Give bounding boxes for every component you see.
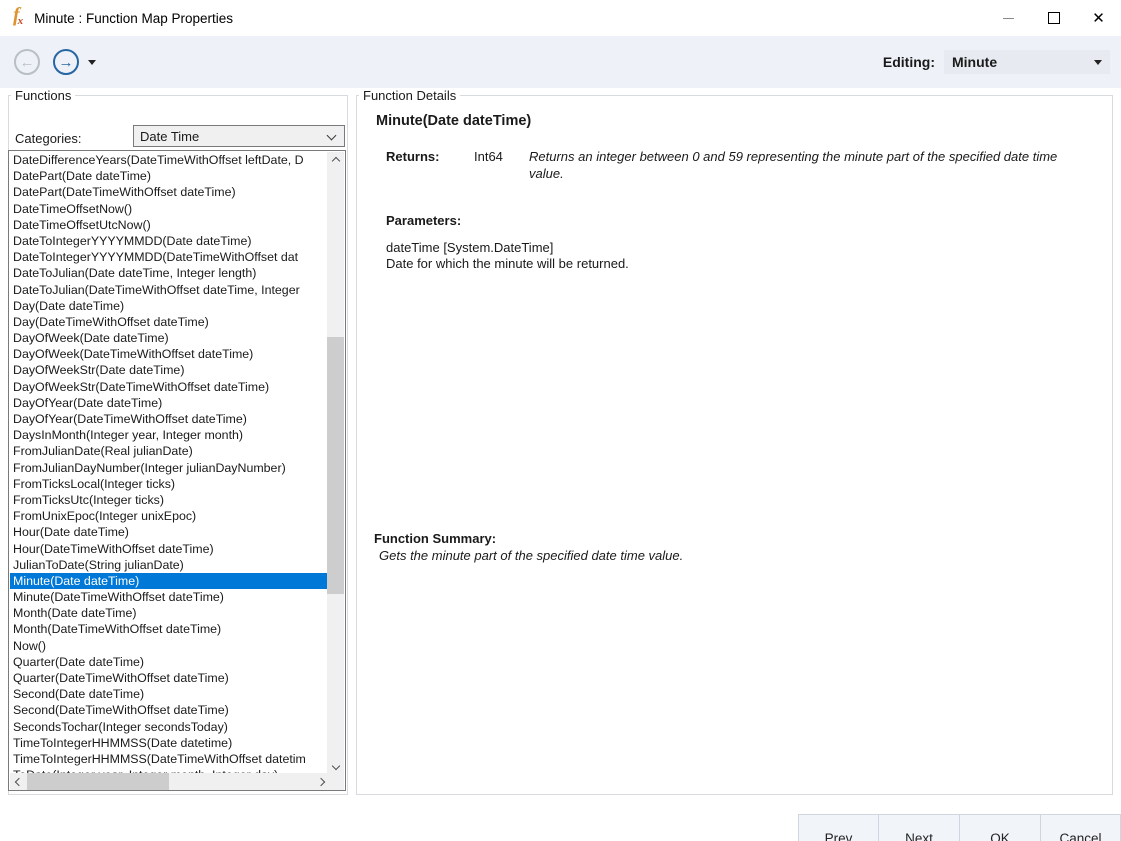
function-details-group-label: Function Details	[363, 88, 457, 103]
list-item[interactable]: FromJulianDate(Real julianDate)	[10, 443, 329, 459]
vertical-scrollbar-thumb[interactable]	[327, 337, 344, 594]
scroll-down-icon	[331, 761, 340, 770]
parameter-name: dateTime [System.DateTime]	[386, 240, 554, 255]
scroll-up-button[interactable]	[327, 152, 344, 169]
list-item[interactable]: Minute(DateTimeWithOffset dateTime)	[10, 589, 329, 605]
function-summary-label: Function Summary:	[374, 531, 497, 546]
list-item[interactable]: FromUnixEpoc(Integer unixEpoc)	[10, 508, 329, 524]
forward-button[interactable]: →	[53, 49, 79, 75]
list-item[interactable]: DateDifferenceYears(DateTimeWithOffset l…	[10, 152, 329, 168]
returns-description: Returns an integer between 0 and 59 repr…	[529, 149, 1058, 181]
list-item[interactable]: DayOfWeekStr(DateTimeWithOffset dateTime…	[10, 379, 329, 395]
editing-caret-down-icon	[1094, 60, 1102, 65]
function-listbox[interactable]: DateDifferenceYears(DateTimeWithOffset l…	[8, 150, 346, 791]
maximize-button[interactable]	[1031, 0, 1076, 36]
minimize-icon	[1003, 17, 1014, 19]
list-item[interactable]: DateTimeOffsetNow()	[10, 201, 329, 217]
window-title: Minute : Function Map Properties	[34, 10, 234, 26]
list-item[interactable]: FromJulianDayNumber(Integer julianDayNum…	[10, 460, 329, 476]
function-map-properties-dialog: fx Minute : Function Map Properties ✕ ← …	[0, 0, 1121, 841]
list-item[interactable]: DayOfWeekStr(Date dateTime)	[10, 362, 329, 378]
editing-combobox-value: Minute	[952, 54, 998, 70]
list-item[interactable]: Quarter(DateTimeWithOffset dateTime)	[10, 670, 329, 686]
list-item[interactable]: DateToJulian(Date dateTime, Integer leng…	[10, 265, 329, 281]
list-item[interactable]: TimeToIntegerHHMMSS(Date datetime)	[10, 735, 329, 751]
forward-arrow-icon: →	[58, 53, 74, 71]
function-list: DateDifferenceYears(DateTimeWithOffset l…	[10, 152, 329, 774]
back-button[interactable]: ←	[14, 49, 40, 75]
list-item[interactable]: Second(Date dateTime)	[10, 686, 329, 702]
list-item[interactable]: DateToIntegerYYYYMMDD(DateTimeWithOffset…	[10, 249, 329, 265]
list-item[interactable]: DatePart(Date dateTime)	[10, 168, 329, 184]
next-button[interactable]: Next	[878, 814, 960, 841]
list-item[interactable]: Now()	[10, 638, 329, 654]
close-button[interactable]: ✕	[1076, 0, 1121, 36]
editing-zone: Editing: Minute	[883, 50, 1110, 74]
scroll-up-icon	[331, 156, 340, 165]
list-item[interactable]: DayOfWeek(DateTimeWithOffset dateTime)	[10, 346, 329, 362]
navigation-toolbar: ← → Editing: Minute	[0, 36, 1121, 88]
list-item[interactable]: Second(DateTimeWithOffset dateTime)	[10, 702, 329, 718]
minimize-button[interactable]	[986, 0, 1031, 36]
list-item[interactable]: JulianToDate(String julianDate)	[10, 557, 329, 573]
prev-button[interactable]: Prev	[798, 814, 879, 841]
categories-combobox[interactable]: Date Time	[133, 125, 345, 147]
function-summary-text: Gets the minute part of the specified da…	[379, 548, 684, 563]
editing-label: Editing:	[882, 54, 935, 70]
maximize-icon	[1047, 12, 1060, 24]
window-controls: ✕	[986, 0, 1121, 36]
list-item[interactable]: DatePart(DateTimeWithOffset dateTime)	[10, 184, 329, 200]
list-item[interactable]: DateTimeOffsetUtcNow()	[10, 217, 329, 233]
scrollbar-corner	[327, 773, 344, 790]
list-item[interactable]: Minute(Date dateTime)	[10, 572, 329, 590]
list-item[interactable]: DayOfWeek(Date dateTime)	[10, 330, 329, 346]
list-item[interactable]: TimeToIntegerHHMMSS(DateTimeWithOffset d…	[10, 751, 329, 767]
list-item[interactable]: Month(DateTimeWithOffset dateTime)	[10, 621, 329, 637]
returns-label: Returns:	[386, 149, 440, 164]
functions-group-label: Functions	[15, 88, 72, 103]
categories-label: Categories:	[15, 131, 82, 146]
vertical-scrollbar[interactable]	[327, 152, 344, 774]
list-item[interactable]: DateToIntegerYYYYMMDD(Date dateTime)	[10, 233, 329, 249]
list-item[interactable]: Day(Date dateTime)	[10, 298, 329, 314]
parameter-description: Date for which the minute will be return…	[386, 256, 629, 271]
list-item[interactable]: DayOfYear(Date dateTime)	[10, 395, 329, 411]
parameters-label: Parameters:	[386, 213, 462, 228]
list-item[interactable]: FromTicksUtc(Integer ticks)	[10, 492, 329, 508]
categories-combobox-value: Date Time	[140, 128, 200, 144]
list-item[interactable]: DaysInMonth(Integer year, Integer month)	[10, 427, 329, 443]
scroll-right-icon	[316, 777, 325, 786]
list-item[interactable]: FromTicksLocal(Integer ticks)	[10, 476, 329, 492]
forward-dropdown-caret-icon[interactable]	[88, 59, 96, 65]
scroll-left-button[interactable]	[10, 773, 27, 790]
cancel-button[interactable]: Cancel	[1040, 814, 1121, 841]
close-icon: ✕	[1092, 9, 1105, 27]
scroll-left-icon	[14, 777, 23, 786]
list-item[interactable]: Day(DateTimeWithOffset dateTime)	[10, 314, 329, 330]
list-item[interactable]: DayOfYear(DateTimeWithOffset dateTime)	[10, 411, 329, 427]
editing-combobox[interactable]: Minute	[944, 50, 1110, 74]
list-item[interactable]: Month(Date dateTime)	[10, 605, 329, 621]
function-details-group: Function Details Minute(Date dateTime) R…	[356, 88, 1113, 795]
horizontal-scrollbar-thumb[interactable]	[27, 773, 169, 790]
title-bar: fx Minute : Function Map Properties ✕	[0, 0, 1121, 36]
list-item[interactable]: Hour(Date dateTime)	[10, 524, 329, 540]
list-item[interactable]: DateToJulian(DateTimeWithOffset dateTime…	[10, 282, 329, 298]
footer-button-bar: Prev Next OK Cancel	[0, 814, 1121, 841]
fx-function-icon: fx	[13, 4, 24, 27]
function-signature: Minute(Date dateTime)	[376, 113, 532, 129]
scroll-down-button[interactable]	[327, 757, 344, 774]
categories-chevron-down-icon	[326, 130, 337, 141]
list-item[interactable]: Hour(DateTimeWithOffset dateTime)	[10, 541, 329, 557]
list-item[interactable]: Quarter(Date dateTime)	[10, 654, 329, 670]
horizontal-scrollbar[interactable]	[10, 773, 329, 790]
list-item[interactable]: SecondsTochar(Integer secondsToday)	[10, 719, 329, 735]
ok-button[interactable]: OK	[959, 814, 1041, 841]
back-arrow-icon: ←	[19, 53, 35, 71]
returns-type: Int64	[474, 149, 503, 164]
